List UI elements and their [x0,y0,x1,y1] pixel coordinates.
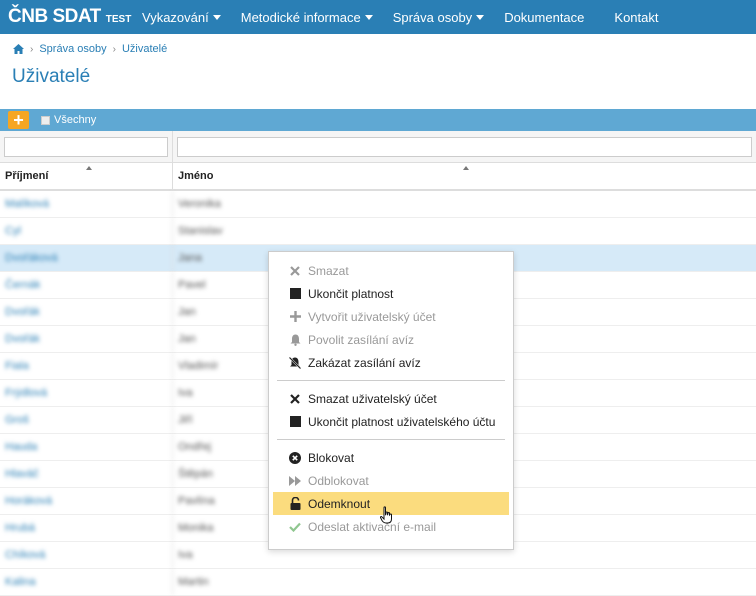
menu-item-label: Odeslat aktivační e-mail [308,519,437,534]
menu-item-ukoncit-platnost-uctu[interactable]: Ukončit platnost uživatelského účtu [273,410,509,433]
page-title: Uživatelé [12,66,91,87]
name-filter-input[interactable] [177,137,752,157]
filter-checkbox-label: Všechny [54,114,97,126]
hand-pointer-icon [380,506,392,524]
nav-kontakt[interactable]: Kontakt [594,0,668,34]
cell-surname: Groš [0,407,173,433]
menu-item-blokovat[interactable]: Blokovat [273,446,509,469]
x-icon [289,393,301,405]
breadcrumb-sprava-osoby[interactable]: Správa osoby [39,43,106,55]
cell-surname: Dvořák [0,326,173,352]
menu-divider [277,439,505,440]
check-icon [289,521,301,533]
nav-vykazovani[interactable]: Vykazování [132,0,231,34]
cell-surname: Chíková [0,542,173,568]
plus-icon [289,311,301,323]
nav-dokumentace[interactable]: Dokumentace [494,0,594,34]
nav-metodicke-label: Metodické informace [240,9,361,25]
breadcrumb-uzivatele[interactable]: Uživatelé [122,43,167,55]
menu-item-zakazat-aviza[interactable]: Zakázat zasílání avíz [273,351,509,374]
cell-surname: Cyl [0,218,173,244]
menu-item-label: Vytvořit uživatelský účet [308,309,436,324]
cell-name: Veronika [178,198,221,210]
nav-metodicke-informace[interactable]: Metodické informace [231,0,383,34]
brand-sub-text: TEST [105,14,132,25]
sort-asc-icon [463,166,469,170]
x-circle-icon [289,451,301,464]
square-icon [289,288,301,300]
square-icon [289,416,301,428]
brand-main-text: ČNB SDAT [8,6,101,27]
menu-divider [277,380,505,381]
chevron-right-icon: › [30,43,34,55]
cell-name: Stanislav [178,225,223,237]
menu-item-label: Ukončit platnost [308,286,394,301]
fast-forward-icon [289,475,301,487]
menu-item-smazat-ucet[interactable]: Smazat uživatelský účet [273,387,509,410]
chevron-down-icon [364,14,373,20]
header-row: Příjmení Jméno [0,163,756,191]
top-navbar: ČNB SDAT TEST Vykazování Metodické infor… [0,0,756,34]
chevron-right-icon: › [112,43,116,55]
x-icon [289,265,301,277]
nav-kontakt-label: Kontakt [614,9,659,25]
menu-item-label: Smazat uživatelský účet [308,391,437,406]
menu-item-vytvorit-ucet[interactable]: Vytvořit uživatelský účet [273,305,509,328]
cell-surname: Malíková [0,191,173,217]
cell-surname: Dvořák [0,299,173,325]
table-row[interactable]: Kalina Martin [0,569,756,596]
surname-filter-input[interactable] [4,137,168,157]
header-surname-label: Příjmení [5,170,49,182]
menu-item-label: Odblokovat [308,473,369,488]
grid-toolbar: + Všechny [0,109,756,131]
cell-surname: Černák [0,272,173,298]
chevron-down-icon [212,14,221,20]
cell-surname: Hlaváč [0,461,173,487]
home-icon[interactable] [13,44,24,54]
unlock-icon [289,497,301,510]
nav-vykazovani-label: Vykazování [142,9,209,25]
nav-dokumentace-label: Dokumentace [504,9,585,25]
cell-surname: Horáková [0,488,173,514]
menu-item-smazat[interactable]: Smazat [273,259,509,282]
menu-item-label: Blokovat [308,450,355,465]
cell-surname: Dvořáková [0,245,173,271]
menu-item-label: Povolit zasílání avíz [308,332,415,347]
menu-item-povolit-aviza[interactable]: Povolit zasílání avíz [273,328,509,351]
sort-asc-icon [86,166,92,170]
bell-slash-icon [289,356,301,369]
header-surname[interactable]: Příjmení [0,163,173,189]
nav-sprava-osoby[interactable]: Správa osoby [383,0,495,34]
cell-surname: Fiala [0,353,173,379]
cell-surname: Hrubá [0,515,173,541]
filter-row [0,131,756,163]
filter-cell-name [173,131,756,163]
cell-surname: Frýdlová [0,380,173,406]
filter-cell-surname [0,131,173,163]
header-name-label: Jméno [178,170,214,182]
header-name[interactable]: Jméno [173,163,756,189]
nav-sprava-label: Správa osoby [392,9,473,25]
brand-logo[interactable]: ČNB SDAT TEST [0,6,132,28]
bell-icon [289,334,301,346]
breadcrumb: › Správa osoby › Uživatelé [13,43,167,55]
menu-item-label: Zakázat zasílání avíz [308,355,421,370]
menu-item-label: Smazat [308,263,349,278]
add-user-button[interactable]: + [8,111,29,129]
menu-item-odblokovat[interactable]: Odblokovat [273,469,509,492]
cell-surname: Hauda [0,434,173,460]
cell-name: Martin [178,576,209,588]
filter-checkbox[interactable] [41,115,50,125]
table-row[interactable]: Cyl Stanislav [0,218,756,245]
menu-item-label: Odemknout [308,496,371,511]
cell-surname: Kalina [0,569,173,595]
menu-item-ukoncit-platnost[interactable]: Ukončit platnost [273,282,509,305]
menu-item-label: Ukončit platnost uživatelského účtu [308,414,496,429]
table-row[interactable]: Malíková Veronika [0,191,756,218]
chevron-down-icon [476,14,485,20]
